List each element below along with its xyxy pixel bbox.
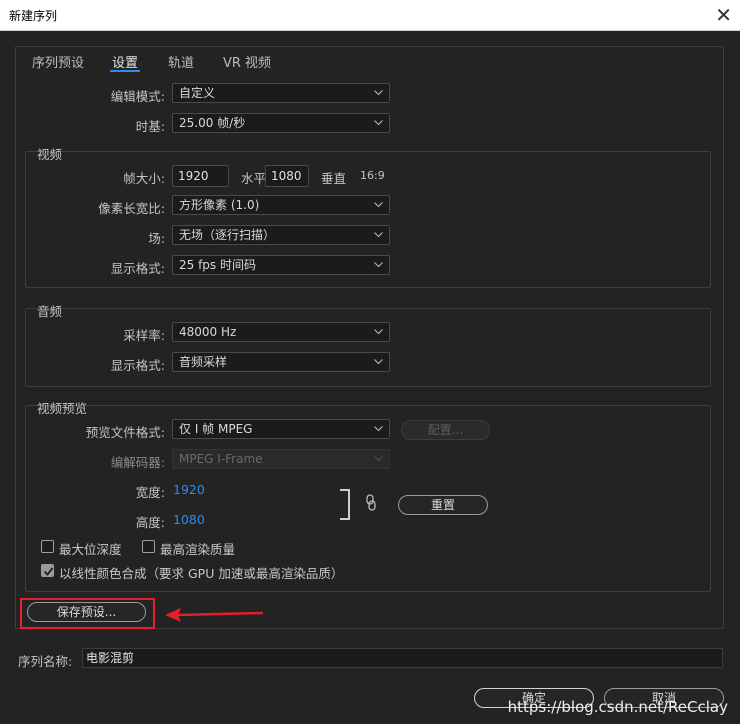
video-preview-legend: 视频预览 — [37, 401, 88, 416]
chevron-down-icon — [374, 450, 384, 468]
preview-file-format-value: 仅 I 帧 MPEG — [179, 422, 253, 436]
preview-width-value[interactable]: 1920 — [173, 482, 205, 497]
reset-button[interactable]: 重置 — [398, 495, 488, 515]
audio-display-format-select[interactable]: 音频采样 — [172, 352, 390, 372]
preview-file-format-label: 预览文件格式: — [85, 425, 165, 440]
window-title: 新建序列 — [9, 9, 58, 23]
chevron-down-icon — [374, 114, 384, 132]
max-bit-depth-checkbox[interactable] — [41, 540, 54, 553]
preview-file-format-select[interactable]: 仅 I 帧 MPEG — [172, 419, 390, 439]
codec-label: 编解码器: — [110, 455, 165, 470]
watermark-text: https://blog.csdn.net/ReCclay — [507, 698, 728, 716]
codec-select[interactable]: MPEG I-Frame — [172, 449, 390, 469]
timebase-select[interactable]: 25.00 帧/秒 — [172, 113, 390, 133]
chevron-down-icon — [374, 196, 384, 214]
pixel-aspect-value: 方形像素 (1.0) — [179, 198, 260, 212]
linear-color-label: 以线性颜色合成（要求 GPU 加速或最高渲染品质） — [59, 566, 344, 581]
video-legend: 视频 — [37, 147, 63, 162]
max-render-quality-label: 最高渲染质量 — [160, 542, 236, 557]
chevron-down-icon — [374, 256, 384, 274]
active-tab-indicator — [110, 70, 140, 72]
link-bracket-icon — [340, 489, 350, 520]
aspect-ratio-text: 16:9 — [360, 169, 385, 182]
close-icon[interactable]: ✕ — [715, 2, 732, 28]
tab-vr-video[interactable]: VR 视频 — [223, 52, 271, 71]
pixel-aspect-label: 像素长宽比: — [98, 201, 165, 216]
configure-button[interactable]: 配置... — [401, 420, 490, 440]
frame-width-unit: 水平 — [241, 171, 267, 186]
sequence-name-input[interactable]: 电影混剪 — [82, 648, 723, 668]
codec-value: MPEG I-Frame — [179, 452, 263, 466]
audio-display-format-label: 显示格式: — [110, 358, 165, 373]
sample-rate-value: 48000 Hz — [179, 325, 237, 339]
pixel-aspect-select[interactable]: 方形像素 (1.0) — [172, 195, 390, 215]
link-icon[interactable] — [365, 494, 377, 512]
video-display-format-label: 显示格式: — [110, 261, 165, 276]
field-select[interactable]: 无场（逐行扫描） — [172, 225, 390, 245]
sequence-name-label: 序列名称: — [18, 654, 73, 669]
sample-rate-label: 采样率: — [123, 328, 165, 343]
chevron-down-icon — [374, 353, 384, 371]
editing-mode-select[interactable]: 自定义 — [172, 83, 390, 103]
chevron-down-icon — [374, 84, 384, 102]
save-preset-button[interactable]: 保存预设... — [27, 602, 146, 622]
preview-width-label: 宽度: — [135, 485, 165, 500]
audio-display-format-value: 音频采样 — [179, 355, 228, 369]
max-bit-depth-label: 最大位深度 — [59, 542, 122, 557]
preview-height-label: 高度: — [135, 515, 165, 530]
tab-tracks[interactable]: 轨道 — [168, 52, 194, 71]
timebase-label: 时基: — [135, 119, 165, 134]
max-render-quality-checkbox[interactable] — [142, 540, 155, 553]
video-display-format-value: 25 fps 时间码 — [179, 258, 256, 272]
chevron-down-icon — [374, 323, 384, 341]
frame-width-input[interactable]: 1920 — [172, 165, 229, 187]
frame-size-label: 帧大小: — [123, 171, 165, 186]
timebase-value: 25.00 帧/秒 — [179, 116, 246, 130]
frame-height-input[interactable]: 1080 — [265, 165, 309, 187]
field-value: 无场（逐行扫描） — [179, 228, 276, 242]
checkmark-icon — [43, 567, 54, 576]
linear-color-checkbox[interactable] — [41, 564, 54, 577]
tab-sequence-presets[interactable]: 序列预设 — [32, 52, 84, 71]
sample-rate-select[interactable]: 48000 Hz — [172, 322, 390, 342]
video-display-format-select[interactable]: 25 fps 时间码 — [172, 255, 390, 275]
editing-mode-value: 自定义 — [179, 86, 216, 100]
editing-mode-label: 编辑模式: — [110, 89, 165, 104]
field-label: 场: — [148, 231, 165, 246]
audio-group — [25, 308, 711, 387]
chevron-down-icon — [374, 226, 384, 244]
tab-settings[interactable]: 设置 — [112, 52, 138, 71]
red-arrow-icon — [165, 608, 264, 622]
preview-height-value[interactable]: 1080 — [173, 512, 205, 527]
title-bar: 新建序列 ✕ — [0, 0, 740, 31]
frame-height-unit: 垂直 — [321, 171, 347, 186]
chevron-down-icon — [374, 420, 384, 438]
audio-legend: 音频 — [37, 304, 63, 319]
